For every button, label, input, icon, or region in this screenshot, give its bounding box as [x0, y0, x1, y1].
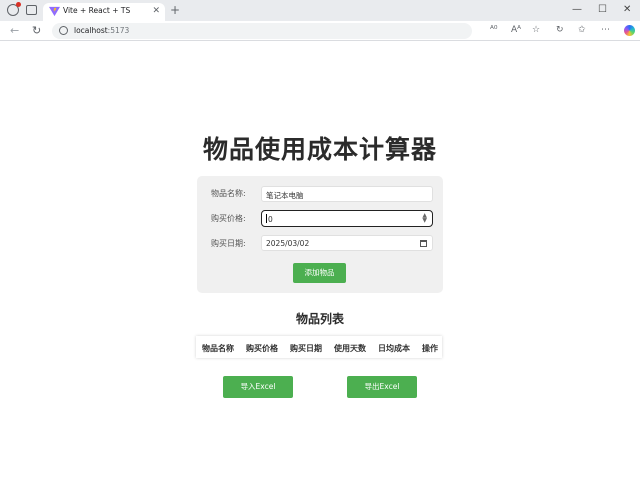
site-info-icon[interactable] [59, 26, 68, 35]
import-excel-button[interactable]: 导入Excel [223, 376, 293, 398]
number-spinner-icon[interactable]: ▲ ▼ [422, 213, 427, 224]
tab-actions-icon[interactable] [26, 5, 37, 15]
more-icon[interactable]: ⋯ [601, 24, 610, 36]
browser-tab[interactable]: Vite + React + TS ✕ [43, 3, 165, 21]
back-button[interactable]: ← [10, 24, 19, 38]
text-size-icon[interactable]: Aᴬ [511, 24, 521, 36]
refresh-button[interactable]: ↻ [32, 24, 41, 38]
item-table-header: 物品名称 购买价格 购买日期 使用天数 日均成本 操作 [196, 336, 442, 358]
calendar-icon[interactable] [420, 240, 427, 247]
col-usage-days: 使用天数 [334, 344, 366, 353]
url-text: localhost:5173 [74, 26, 130, 35]
price-label: 购买价格: [211, 214, 246, 223]
page-title: 物品使用成本计算器 [202, 135, 437, 164]
name-value: 笔记本电脑 [266, 191, 304, 200]
name-input[interactable]: 笔记本电脑 [261, 186, 433, 202]
minimize-button[interactable]: — [572, 3, 582, 17]
col-daily-cost: 日均成本 [378, 344, 410, 353]
browser-tabstrip: Vite + React + TS ✕ + — ☐ ✕ [0, 0, 640, 21]
export-excel-button[interactable]: 导出Excel [347, 376, 417, 398]
name-label: 物品名称: [211, 189, 246, 198]
tab-close-icon[interactable]: ✕ [152, 5, 160, 17]
refresh-extensions-icon[interactable]: ↻ [556, 24, 564, 36]
url-input[interactable]: localhost:5173 [52, 23, 472, 39]
item-list-title: 物品列表 [295, 312, 344, 326]
date-input[interactable]: 2025/03/02 [261, 235, 433, 251]
vite-favicon-icon [49, 6, 60, 17]
date-label: 购买日期: [211, 239, 246, 248]
add-item-button[interactable]: 添加物品 [293, 263, 346, 283]
col-purchase-date: 购买日期 [290, 344, 322, 353]
copilot-icon[interactable] [624, 25, 635, 36]
read-aloud-icon[interactable]: ᴬ⁰ [490, 24, 497, 36]
new-tab-button[interactable]: + [170, 3, 180, 17]
col-item-name: 物品名称 [202, 344, 234, 353]
address-bar: ← ↻ localhost:5173 ᴬ⁰ Aᴬ ☆ ↻ ✩ ⋯ [0, 21, 640, 41]
favorite-star-icon[interactable]: ☆ [532, 24, 540, 36]
text-caret [266, 214, 267, 223]
price-value: 0 [268, 215, 273, 224]
profile-icon[interactable] [7, 2, 21, 16]
favorites-icon[interactable]: ✩ [578, 24, 586, 36]
tab-title: Vite + React + TS [63, 6, 131, 15]
price-input[interactable]: 0 ▲ ▼ [261, 210, 433, 227]
close-window-button[interactable]: ✕ [623, 3, 631, 17]
col-actions: 操作 [422, 344, 438, 353]
date-value: 2025/03/02 [266, 239, 310, 248]
maximize-button[interactable]: ☐ [598, 3, 607, 17]
col-purchase-price: 购买价格 [246, 344, 278, 353]
add-item-form: 物品名称: 笔记本电脑 购买价格: 0 ▲ ▼ 购买日期: 2025/03/02 … [197, 176, 443, 293]
